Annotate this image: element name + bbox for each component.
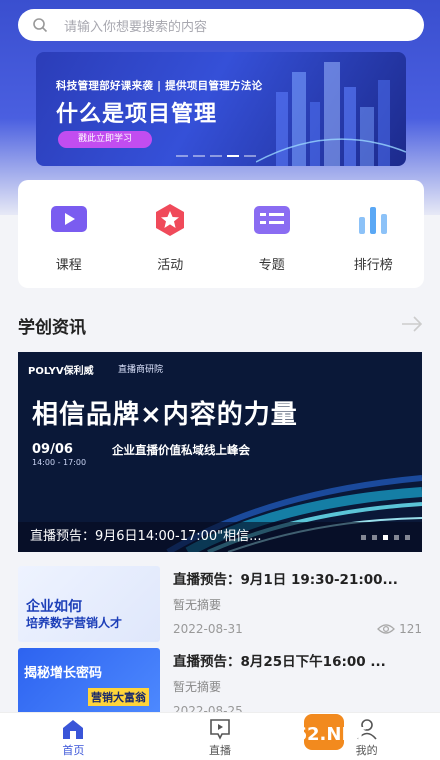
topic-card-icon	[252, 200, 292, 240]
article-date: 2022-08-31	[173, 622, 243, 636]
news-time: 14:00 - 17:00	[32, 458, 87, 467]
banner-subtitle: 科技管理部好课来袭 | 提供项目管理方法论	[56, 80, 263, 92]
live-icon	[210, 719, 230, 740]
pagination-dot	[210, 155, 222, 157]
tab-label: 首页	[62, 744, 85, 757]
news-date: 09/06	[32, 442, 73, 457]
article-summary: 暂无摘要	[173, 598, 222, 612]
quick-nav-label: 排行榜	[353, 257, 393, 273]
search-placeholder: 请输入你想要搜索的内容	[64, 19, 208, 35]
eye-icon	[377, 624, 396, 634]
banner-pagination	[176, 155, 256, 157]
arrow-right-icon[interactable]	[400, 314, 424, 334]
banner-title: 什么是项目管理	[56, 102, 218, 127]
news-event: 企业直播价值私域线上峰会	[112, 443, 250, 457]
quick-nav-courses[interactable]: 课程	[29, 200, 109, 273]
search-bar[interactable]: 请输入你想要搜索的内容	[18, 9, 424, 41]
city-skyline-graphic	[256, 62, 406, 166]
play-icon	[49, 200, 89, 240]
home-icon	[63, 720, 84, 739]
news-logo-right: 直播商研院	[118, 365, 164, 375]
tab-live[interactable]: 直播	[170, 713, 270, 760]
quick-nav: 课程 活动 专题 排行榜	[18, 180, 424, 288]
watermark-text: 962.NET	[300, 724, 367, 745]
quick-nav-label: 专题	[258, 257, 285, 273]
pagination-dot	[394, 535, 399, 540]
article-item[interactable]: 企业如何 培养数字营销人才 直播预告：9月1日 19:30-21:00... 暂…	[18, 566, 422, 646]
search-icon	[33, 18, 48, 33]
pagination-dot	[372, 535, 377, 540]
thumb-text: 营销大富翁	[88, 688, 149, 706]
banner-cta-button[interactable]: 戳此立即学习	[58, 131, 152, 148]
quick-nav-activities[interactable]: 活动	[130, 200, 210, 273]
article-views: 121	[377, 622, 422, 636]
tab-home[interactable]: 首页	[23, 713, 123, 760]
star-badge-icon	[150, 200, 190, 240]
quick-nav-ranking[interactable]: 排行榜	[333, 200, 413, 273]
pagination-dot	[405, 535, 410, 540]
news-pagination	[361, 535, 410, 540]
news-carousel[interactable]: POLYV保利威 直播商研院 相信品牌×内容的力量 09/06 14:00 - …	[18, 352, 422, 552]
section-title: 学创资讯	[18, 318, 86, 338]
quick-nav-label: 课程	[55, 257, 82, 273]
view-count: 121	[399, 622, 422, 636]
article-thumbnail: 企业如何 培养数字营销人才	[18, 566, 160, 642]
pagination-dot-active	[383, 535, 388, 540]
news-headline: 相信品牌×内容的力量	[32, 400, 298, 430]
thumb-text: 培养数字营销人才	[26, 616, 123, 630]
pagination-dot	[193, 155, 205, 157]
article-title: 直播预告：9月1日 19:30-21:00...	[173, 572, 398, 588]
bar-chart-icon	[353, 200, 393, 240]
watermark-sub: 乐游网	[378, 742, 414, 757]
quick-nav-topics[interactable]: 专题	[232, 200, 312, 273]
article-title: 直播预告：8月25日下午16:00 ...	[173, 654, 386, 670]
pagination-dot	[361, 535, 366, 540]
thumb-text: 企业如何	[26, 599, 82, 615]
news-logo-left: POLYV保利威	[28, 366, 94, 377]
watermark-graphic: 962.NET 乐游网	[282, 714, 414, 757]
pagination-dot	[244, 155, 256, 157]
watermark-logo: 962.NET 乐游网	[282, 710, 440, 760]
quick-nav-label: 活动	[157, 257, 184, 273]
pagination-dot-active	[227, 155, 239, 157]
thumb-text: 揭秘增长密码	[24, 666, 103, 681]
promo-banner[interactable]: 科技管理部好课来袭 | 提供项目管理方法论 什么是项目管理 戳此立即学习	[36, 52, 406, 166]
pagination-dot	[176, 155, 188, 157]
article-summary: 暂无摘要	[173, 680, 222, 694]
tab-label: 直播	[208, 744, 231, 757]
